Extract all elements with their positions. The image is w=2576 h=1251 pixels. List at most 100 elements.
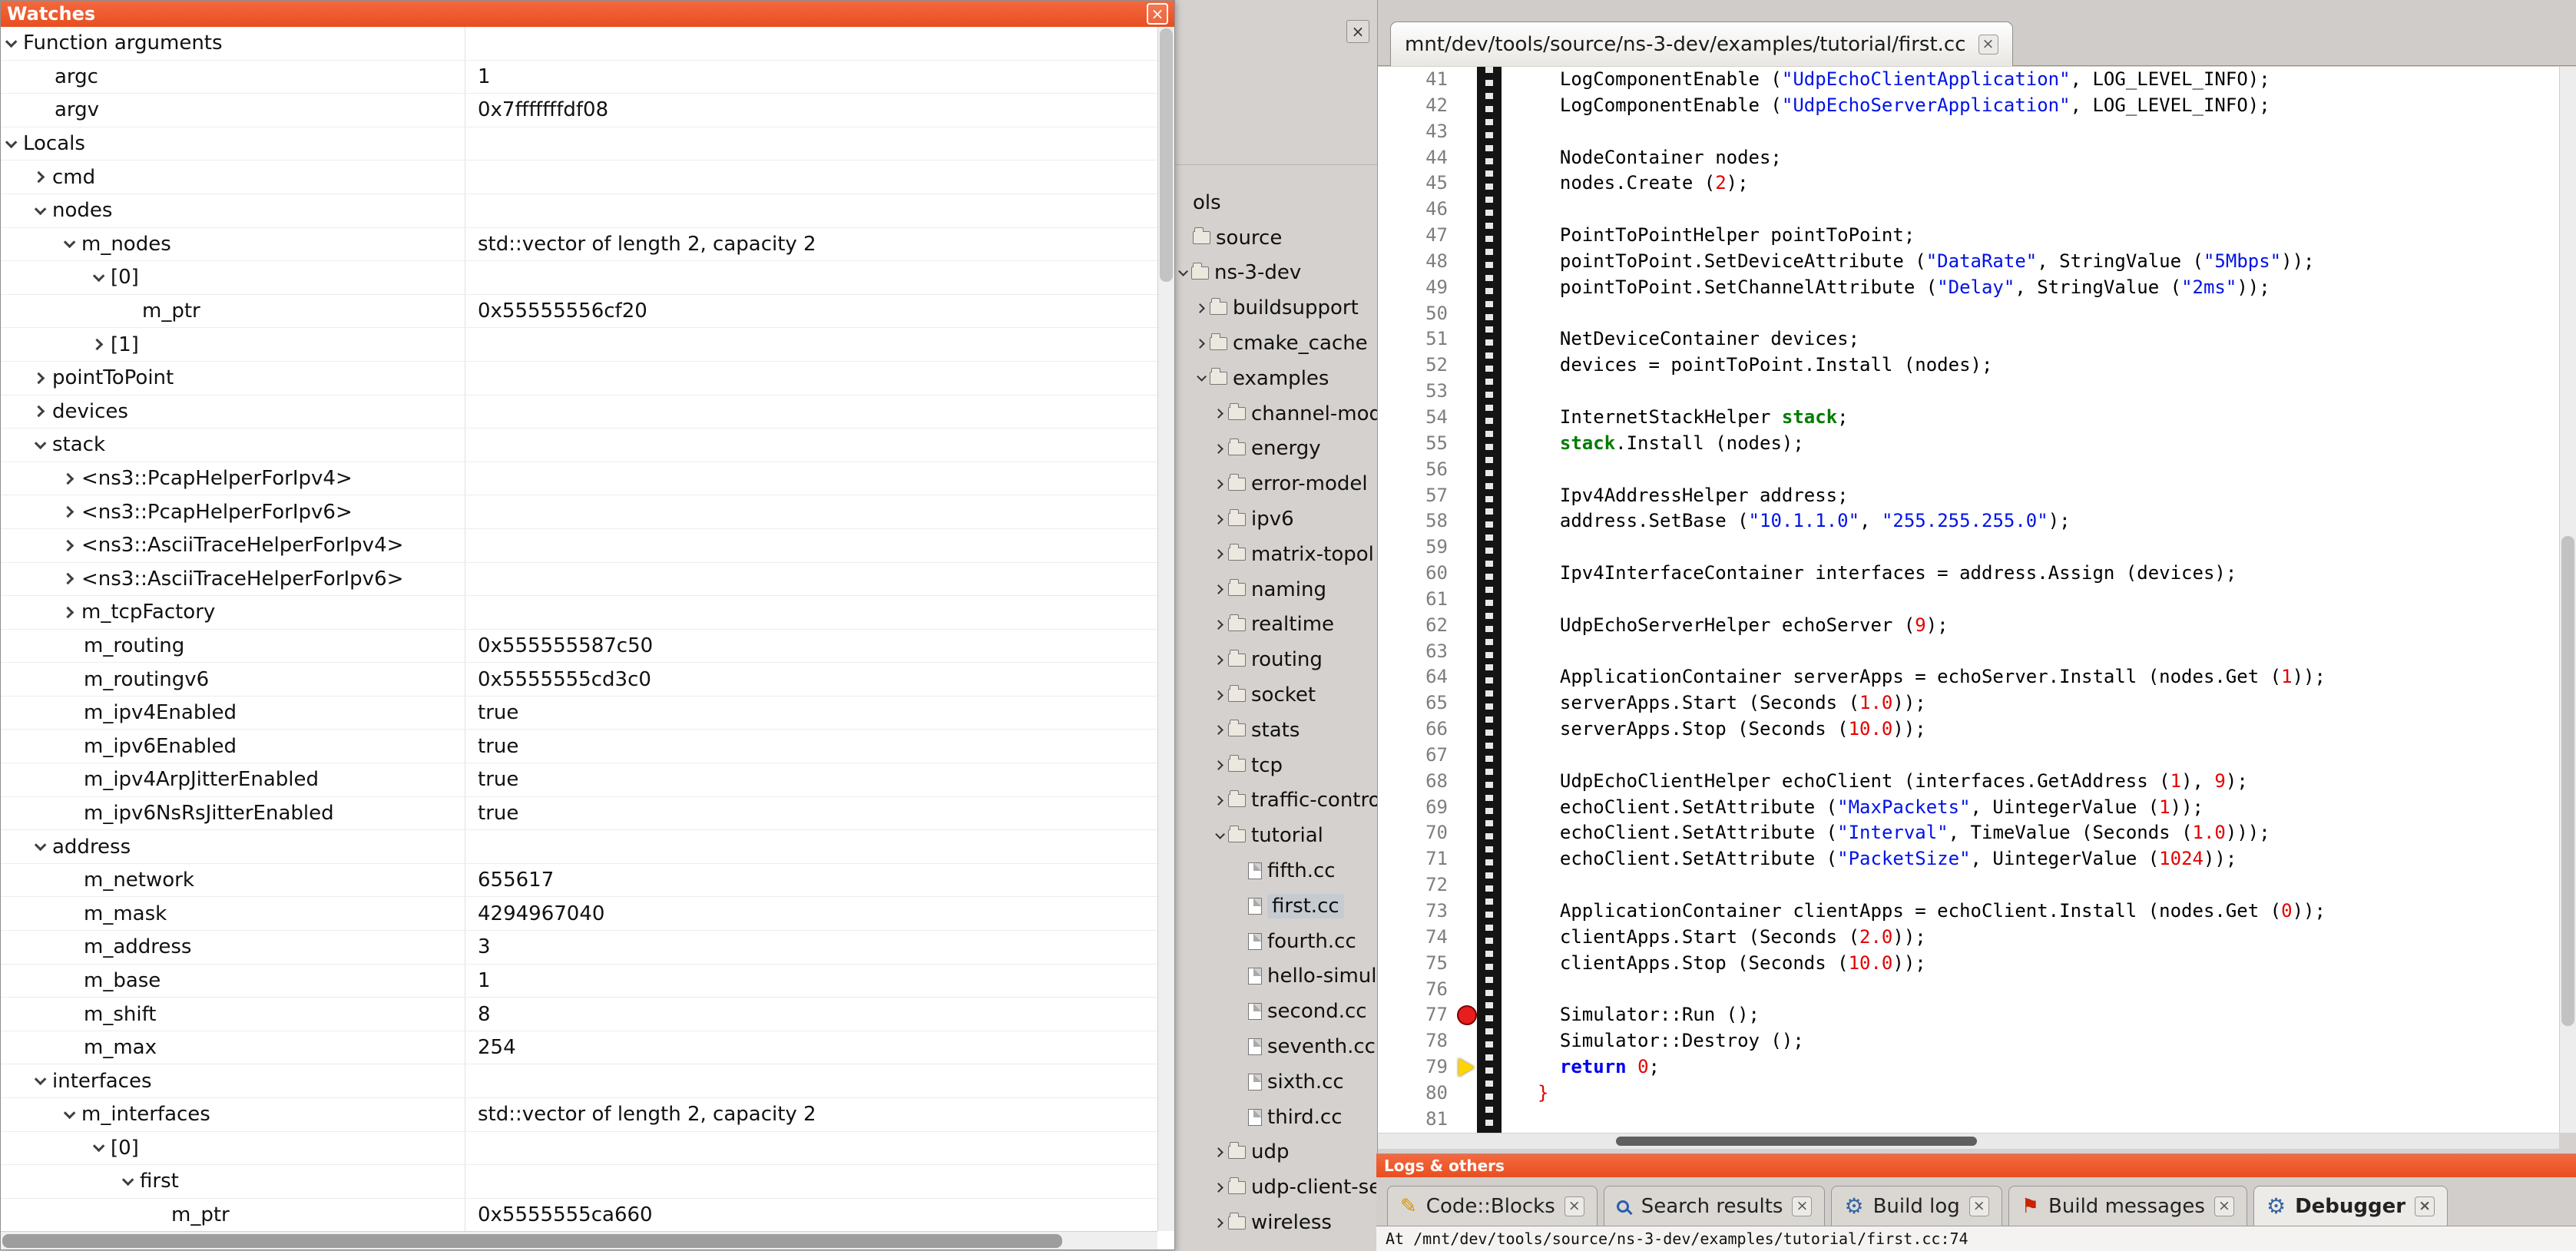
watch-row[interactable]: m_address3 bbox=[1, 931, 1157, 965]
line-number[interactable]: 75 bbox=[1378, 951, 1454, 977]
code-text[interactable]: NodeContainer nodes; bbox=[1502, 145, 1782, 171]
log-tab-search-results[interactable]: Search results× bbox=[1604, 1186, 1826, 1226]
tree-item[interactable]: traffic-contro bbox=[1175, 783, 1377, 819]
line-number[interactable]: 46 bbox=[1378, 197, 1454, 223]
debug-margin[interactable] bbox=[1477, 846, 1502, 872]
debug-margin[interactable] bbox=[1477, 587, 1502, 613]
expand-arrow-icon[interactable] bbox=[33, 372, 45, 384]
code-text[interactable]: echoClient.SetAttribute ("MaxPackets", U… bbox=[1502, 795, 2204, 821]
expand-arrow-icon[interactable] bbox=[33, 171, 45, 184]
code-text[interactable]: PointToPointHelper pointToPoint; bbox=[1502, 223, 1915, 249]
watch-row[interactable]: m_interfacesstd::vector of length 2, cap… bbox=[1, 1098, 1157, 1132]
expand-arrow-icon[interactable] bbox=[1214, 584, 1223, 594]
expand-arrow-icon[interactable] bbox=[91, 339, 104, 351]
debug-margin[interactable] bbox=[1477, 457, 1502, 483]
watches-close-button[interactable]: × bbox=[1147, 3, 1168, 25]
debug-margin[interactable] bbox=[1477, 1081, 1502, 1107]
debug-margin[interactable] bbox=[1477, 405, 1502, 431]
marker-slot[interactable] bbox=[1454, 197, 1477, 223]
tree-item[interactable]: buildsupport bbox=[1175, 290, 1377, 326]
line-number[interactable]: 64 bbox=[1378, 664, 1454, 690]
code-text[interactable]: devices = pointToPoint.Install (nodes); bbox=[1502, 352, 1992, 379]
line-number[interactable]: 80 bbox=[1378, 1081, 1454, 1107]
marker-slot[interactable] bbox=[1454, 431, 1477, 457]
tree-item[interactable]: examples bbox=[1175, 361, 1377, 396]
marker-slot[interactable] bbox=[1454, 301, 1477, 327]
tree-item[interactable]: udp-client-ser bbox=[1175, 1170, 1377, 1205]
expand-arrow-icon[interactable] bbox=[1214, 690, 1223, 700]
code-text[interactable] bbox=[1502, 587, 1538, 613]
expand-arrow-icon[interactable] bbox=[1214, 1183, 1223, 1193]
expand-arrow-icon[interactable] bbox=[62, 472, 74, 485]
watches-titlebar[interactable]: Watches × bbox=[1, 1, 1174, 27]
code-text[interactable]: clientApps.Start (Seconds (2.0)); bbox=[1502, 925, 1926, 951]
marker-slot[interactable] bbox=[1454, 872, 1477, 899]
marker-slot[interactable] bbox=[1454, 275, 1477, 301]
marker-slot[interactable] bbox=[1454, 690, 1477, 717]
expand-arrow-icon[interactable] bbox=[1214, 760, 1223, 770]
tree-item[interactable]: seventh.cc bbox=[1175, 1029, 1377, 1064]
watch-row[interactable]: Locals bbox=[1, 127, 1157, 161]
debug-margin[interactable] bbox=[1477, 301, 1502, 327]
marker-slot[interactable] bbox=[1454, 223, 1477, 249]
debug-margin[interactable] bbox=[1477, 534, 1502, 561]
code-text[interactable]: pointToPoint.SetDeviceAttribute ("DataRa… bbox=[1502, 249, 2315, 275]
vscroll-handle[interactable] bbox=[1160, 28, 1173, 282]
expand-arrow-icon[interactable] bbox=[62, 573, 74, 585]
code-text[interactable]: LogComponentEnable ("UdpEchoServerApplic… bbox=[1502, 93, 2270, 119]
code-text[interactable] bbox=[1502, 119, 1538, 145]
debug-margin[interactable] bbox=[1477, 508, 1502, 534]
line-number[interactable]: 55 bbox=[1378, 431, 1454, 457]
line-number[interactable]: 72 bbox=[1378, 872, 1454, 899]
tree-item[interactable]: udp bbox=[1175, 1135, 1377, 1170]
line-number[interactable]: 51 bbox=[1378, 326, 1454, 352]
tab-close-icon[interactable]: × bbox=[2214, 1196, 2234, 1216]
line-number[interactable]: 56 bbox=[1378, 457, 1454, 483]
watch-row[interactable]: interfaces bbox=[1, 1064, 1157, 1098]
code-text[interactable]: InternetStackHelper stack; bbox=[1502, 405, 1849, 431]
code-text[interactable]: return 0; bbox=[1502, 1054, 1660, 1081]
watch-row[interactable]: <ns3::PcapHelperForIpv4> bbox=[1, 462, 1157, 496]
watches-vscrollbar[interactable] bbox=[1157, 27, 1174, 1231]
marker-slot[interactable] bbox=[1454, 561, 1477, 587]
marker-slot[interactable] bbox=[1454, 977, 1477, 1003]
code-text[interactable]: ApplicationContainer clientApps = echoCl… bbox=[1502, 899, 2326, 925]
watch-row[interactable]: m_nodesstd::vector of length 2, capacity… bbox=[1, 228, 1157, 262]
code-text[interactable]: serverApps.Stop (Seconds (10.0)); bbox=[1502, 717, 1926, 743]
collapse-arrow-icon[interactable] bbox=[35, 1074, 47, 1086]
tree-item[interactable]: channel-mod bbox=[1175, 396, 1377, 432]
expand-arrow-icon[interactable] bbox=[1214, 444, 1223, 454]
line-number[interactable]: 50 bbox=[1378, 301, 1454, 327]
collapse-arrow-icon[interactable] bbox=[1215, 829, 1225, 839]
hscroll-handle[interactable] bbox=[1616, 1137, 1977, 1146]
debug-margin[interactable] bbox=[1477, 379, 1502, 405]
marker-slot[interactable] bbox=[1454, 820, 1477, 846]
code-text[interactable] bbox=[1502, 872, 1538, 899]
code-text[interactable]: nodes.Create (2); bbox=[1502, 170, 1749, 197]
hscroll-handle[interactable] bbox=[2, 1234, 1062, 1248]
debug-margin[interactable] bbox=[1477, 743, 1502, 769]
collapse-arrow-icon[interactable] bbox=[64, 1107, 76, 1119]
code-text[interactable]: NetDeviceContainer devices; bbox=[1502, 326, 1859, 352]
watch-row[interactable]: m_ptr0x55555556cf20 bbox=[1, 295, 1157, 329]
watch-row[interactable]: nodes bbox=[1, 194, 1157, 228]
code-text[interactable]: stack.Install (nodes); bbox=[1502, 431, 1804, 457]
line-number[interactable]: 78 bbox=[1378, 1028, 1454, 1054]
code-text[interactable] bbox=[1502, 743, 1538, 769]
line-number[interactable]: 68 bbox=[1378, 769, 1454, 795]
watch-row[interactable]: [0] bbox=[1, 261, 1157, 295]
code-text[interactable]: ApplicationContainer serverApps = echoSe… bbox=[1502, 664, 2326, 690]
marker-slot[interactable] bbox=[1454, 405, 1477, 431]
debug-margin[interactable] bbox=[1477, 431, 1502, 457]
code-text[interactable]: LogComponentEnable ("UdpEchoClientApplic… bbox=[1502, 67, 2270, 93]
debug-margin[interactable] bbox=[1477, 119, 1502, 145]
watch-row[interactable]: m_ipv6NsRsJitterEnabledtrue bbox=[1, 797, 1157, 831]
marker-slot[interactable] bbox=[1454, 587, 1477, 613]
code-text[interactable]: Ipv4AddressHelper address; bbox=[1502, 483, 1849, 509]
line-number[interactable]: 69 bbox=[1378, 795, 1454, 821]
tree-item[interactable]: matrix-topol bbox=[1175, 537, 1377, 572]
debug-margin[interactable] bbox=[1477, 795, 1502, 821]
watch-row[interactable]: [0] bbox=[1, 1132, 1157, 1166]
watch-row[interactable]: stack bbox=[1, 429, 1157, 462]
line-number[interactable]: 44 bbox=[1378, 145, 1454, 171]
